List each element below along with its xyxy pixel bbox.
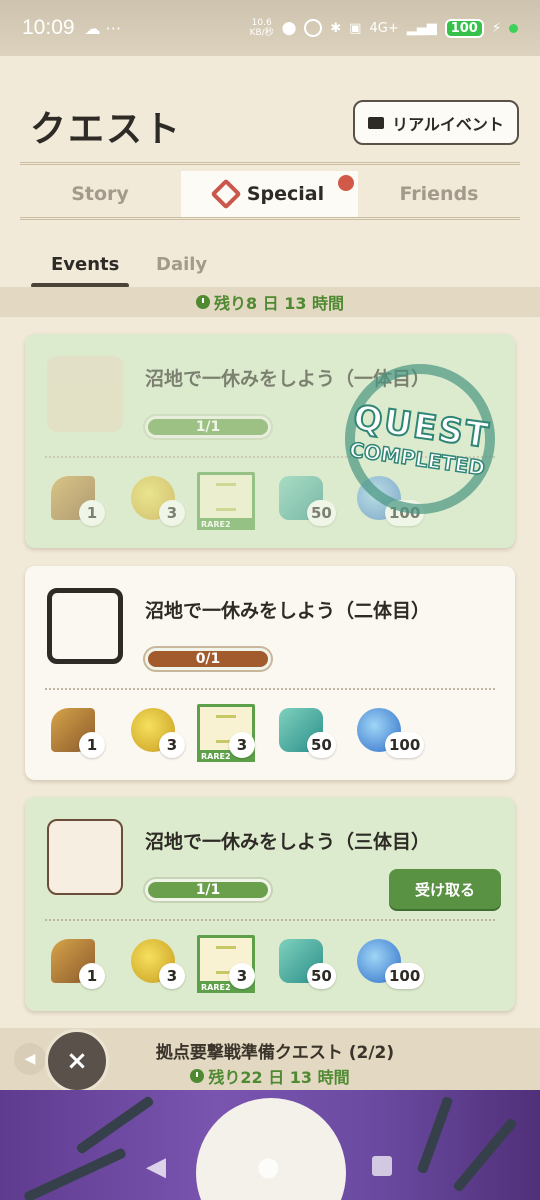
weapon-icon xyxy=(416,1095,454,1175)
quest-card[interactable]: 沼地で一休みをしよう（三体目） 1/1 受け取る 1 3 RARE2 3 50 … xyxy=(25,797,515,1011)
status-icons: 10.6 KB/秒 ⬤ ✱ ▣ 4G+ ▂▄▆ 100 ⚡ xyxy=(250,18,518,38)
reward-count: 3 xyxy=(229,732,255,758)
status-bar: 10:09 ☁ ··· 10.6 KB/秒 ⬤ ✱ ▣ 4G+ ▂▄▆ 100 ⚡ xyxy=(0,0,540,56)
promo-banner[interactable] xyxy=(0,1090,540,1200)
card-divider xyxy=(45,688,495,690)
quest-card[interactable]: 沼地で一休みをしよう（一体目） 1/1 1 3 RARE2 50 100 QUE… xyxy=(25,334,515,548)
cloud-icon: ☁ ··· xyxy=(84,18,121,38)
signal-label: 4G+ xyxy=(369,20,399,36)
page-title: クエスト xyxy=(30,109,183,150)
status-time: 10:09 xyxy=(22,16,75,39)
subtab-daily[interactable]: Daily xyxy=(156,254,207,275)
real-event-label: リアルイベント xyxy=(392,114,504,134)
monster-portrait xyxy=(47,819,123,895)
bluetooth-icon: ✱ xyxy=(330,20,342,36)
reward-count: 100 xyxy=(385,963,425,989)
clock-icon xyxy=(190,1069,205,1083)
event-timer-text: 残り8 日 13 時間 xyxy=(213,294,345,313)
reward-count: 1 xyxy=(79,963,105,989)
rarity-tag: RARE2 xyxy=(197,518,255,530)
battery-icon: 100 xyxy=(444,18,484,38)
alarm-icon xyxy=(304,19,323,37)
weapon-icon xyxy=(75,1095,155,1155)
tab-story-label: Story xyxy=(71,183,129,205)
weapon-icon xyxy=(23,1147,127,1200)
main-tabs: Story Special Friends xyxy=(20,162,520,220)
clock-icon xyxy=(195,295,210,309)
reward-count: 50 xyxy=(307,963,336,989)
quest-title: 沼地で一休みをしよう（三体目） xyxy=(145,831,431,853)
quest-progress-bar: 1/1 xyxy=(145,416,271,438)
reward-count: 1 xyxy=(79,500,105,526)
nav-back-icon[interactable]: ◀ xyxy=(146,1152,166,1182)
charging-icon: ⚡ xyxy=(491,20,501,36)
signal-icon: ▂▄▆ xyxy=(406,20,437,36)
tab-special[interactable]: Special xyxy=(181,171,358,217)
reward-count: 50 xyxy=(307,732,336,758)
reward-count: 1 xyxy=(79,732,105,758)
special-emblem-icon xyxy=(210,178,242,210)
bottom-timer-text: 残り22 日 13 時間 xyxy=(208,1068,350,1087)
nav-recents-icon[interactable] xyxy=(372,1156,392,1176)
reward-count: 50 xyxy=(307,500,336,526)
subtab-events[interactable]: Events xyxy=(51,254,119,275)
monster-portrait-unknown xyxy=(47,588,123,664)
card-divider xyxy=(45,919,495,921)
tab-special-label: Special xyxy=(246,183,325,205)
quest-progress-bar: 0/1 xyxy=(145,648,271,670)
reward-count: 100 xyxy=(385,732,425,758)
notification-badge xyxy=(338,175,354,191)
event-timer: 残り8 日 13 時間 xyxy=(0,287,540,317)
reward-count: 3 xyxy=(159,732,185,758)
claim-button[interactable]: 受け取る xyxy=(389,869,501,909)
quest-progress-bar: 1/1 xyxy=(145,879,271,901)
net-speed: 10.6 KB/秒 xyxy=(249,18,274,38)
reward-count: 3 xyxy=(159,963,185,989)
location-icon: ⬤ xyxy=(281,20,297,36)
nav-home-icon[interactable]: ● xyxy=(257,1152,280,1182)
volte-icon: ▣ xyxy=(349,20,362,36)
tab-story[interactable]: Story xyxy=(20,171,180,217)
reward-count: 3 xyxy=(229,963,255,989)
prev-arrow-icon[interactable]: ◀ xyxy=(14,1043,46,1075)
promo-burst xyxy=(196,1098,346,1200)
quest-title: 沼地で一休みをしよう（二体目） xyxy=(145,600,431,622)
quest-card[interactable]: 沼地で一休みをしよう（二体目） 0/1 1 3 RARE2 3 50 100 xyxy=(25,566,515,780)
close-button[interactable]: × xyxy=(45,1029,109,1093)
monster-portrait xyxy=(47,356,123,432)
real-event-button[interactable]: リアルイベント xyxy=(353,100,519,145)
ticket-icon xyxy=(368,116,385,129)
privacy-dot-icon xyxy=(509,23,518,33)
weapon-icon xyxy=(452,1117,518,1193)
reward-count: 3 xyxy=(159,500,185,526)
tab-friends[interactable]: Friends xyxy=(358,171,520,217)
tab-friends-label: Friends xyxy=(399,183,479,205)
